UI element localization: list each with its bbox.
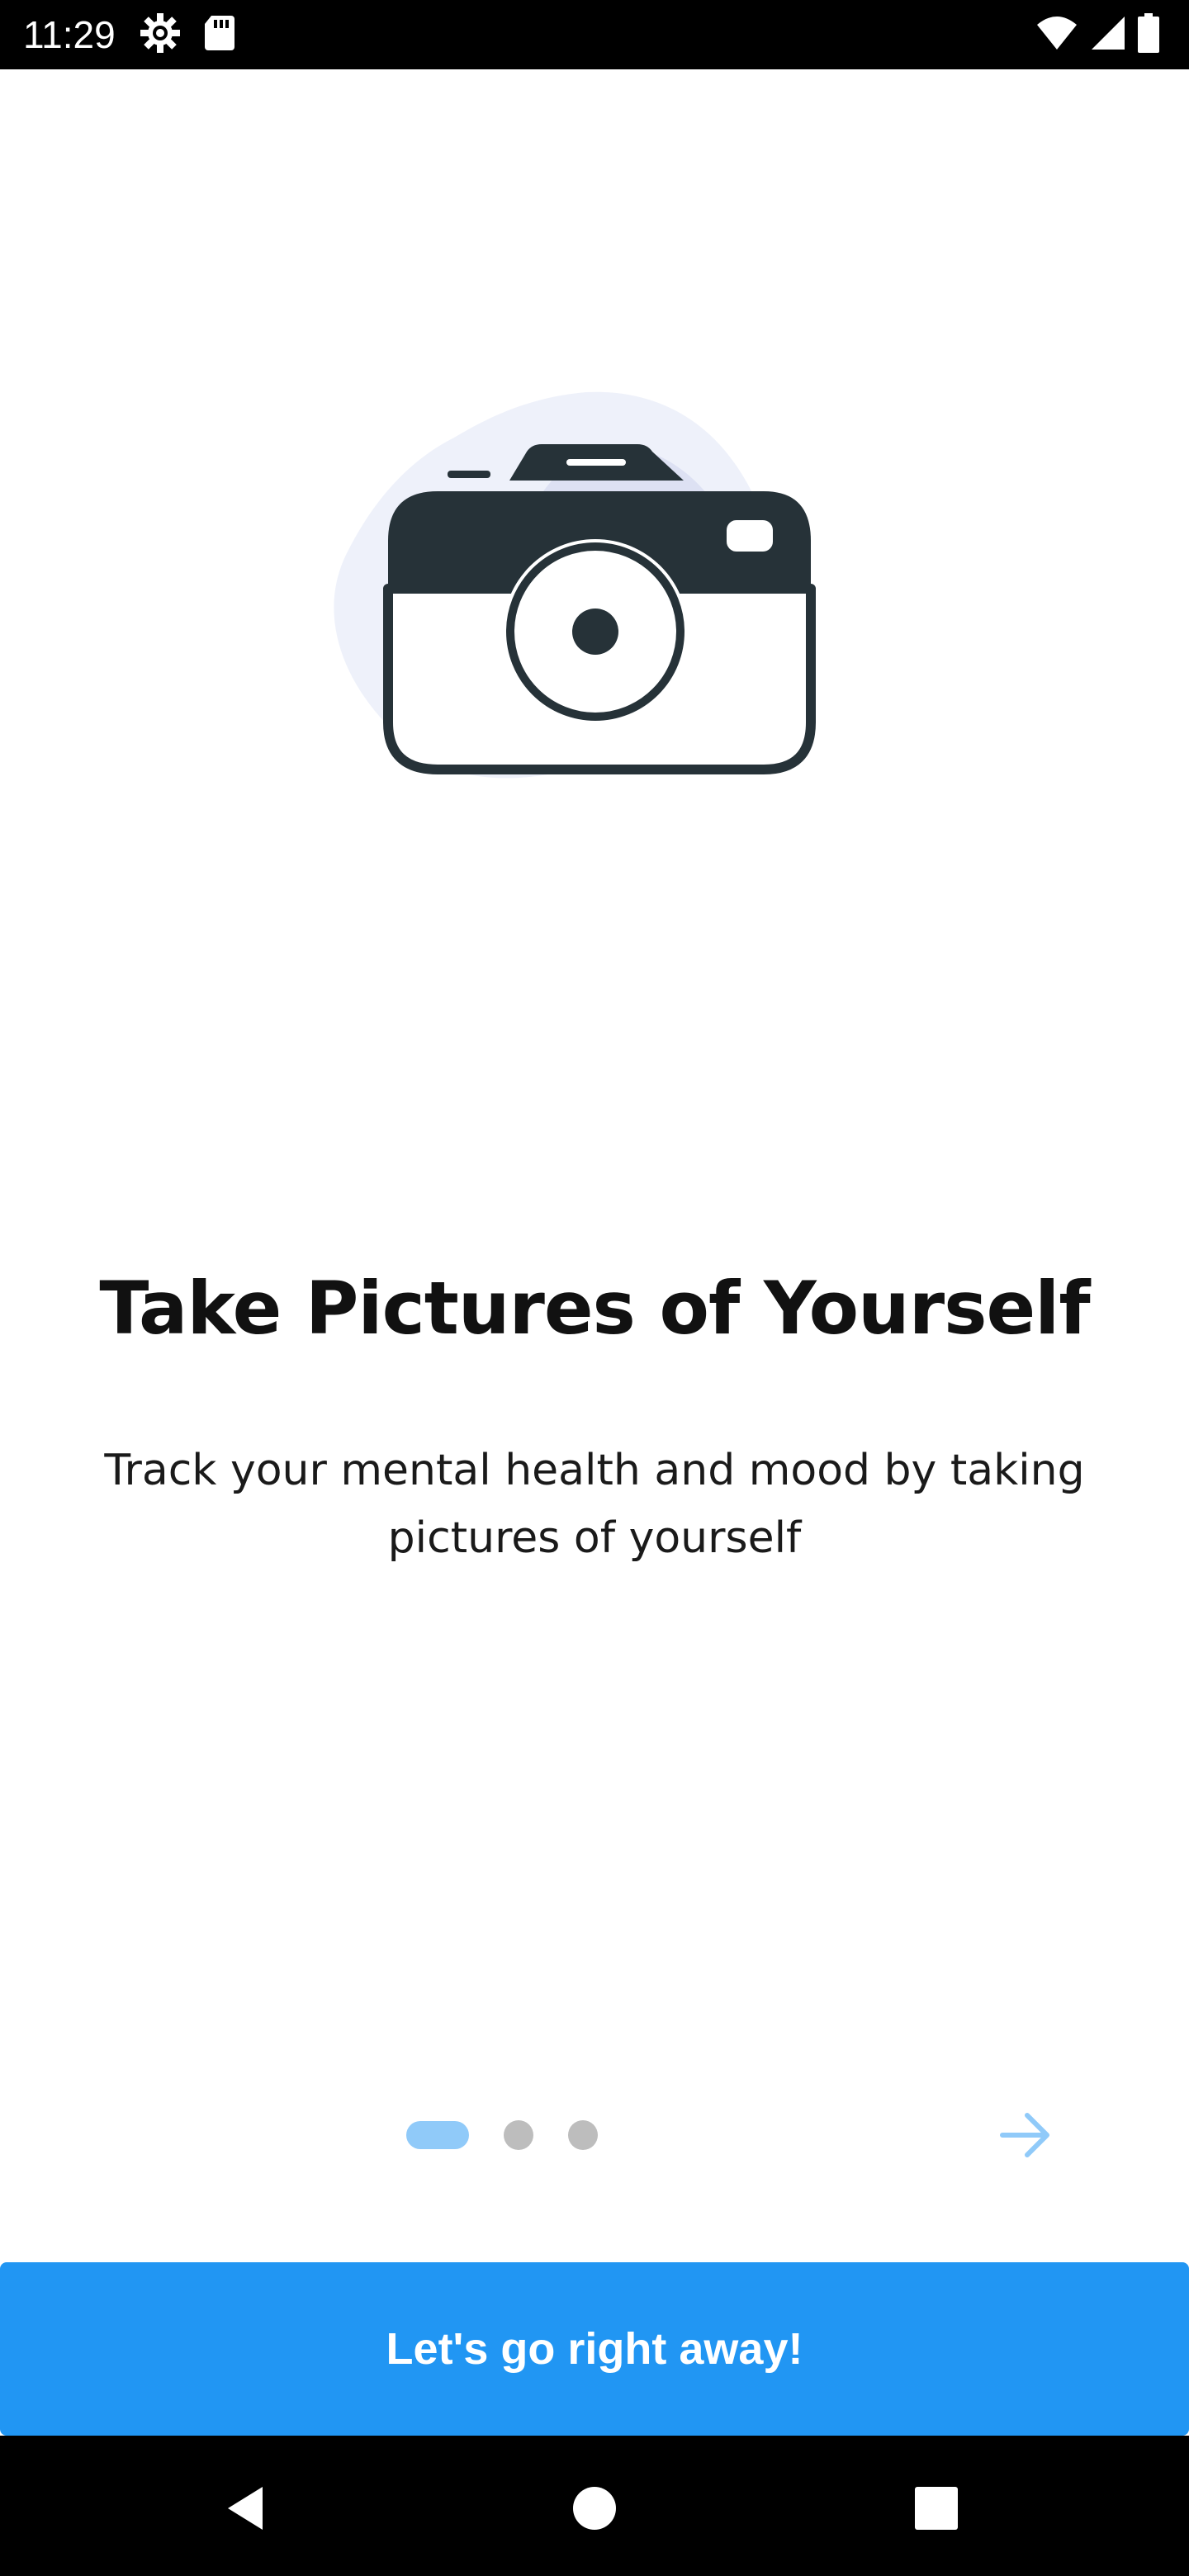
onboarding-description: Track your mental health and mood by tak… <box>104 1446 1085 1563</box>
page-indicator <box>406 2120 598 2150</box>
system-nav-bar <box>0 2436 1189 2576</box>
status-bar: 11:29 <box>0 0 1189 69</box>
back-icon <box>228 2487 263 2530</box>
back-button[interactable] <box>213 2475 279 2541</box>
settings-gear-icon <box>139 12 182 59</box>
recents-button[interactable] <box>903 2475 969 2541</box>
wifi-icon <box>1035 15 1078 55</box>
home-icon <box>573 2487 616 2530</box>
battery-icon <box>1138 12 1159 57</box>
home-button[interactable] <box>561 2475 628 2541</box>
recents-icon <box>915 2487 958 2530</box>
page-dot[interactable] <box>568 2120 598 2150</box>
page-dot[interactable] <box>504 2120 533 2150</box>
camera-illustration <box>314 380 875 908</box>
get-started-button[interactable]: Let's go right away! <box>0 2262 1189 2436</box>
page-dot-active[interactable] <box>406 2121 469 2149</box>
status-left-icons <box>139 12 236 59</box>
arrow-right-icon <box>1000 2113 1049 2157</box>
status-time: 11:29 <box>23 13 116 56</box>
cell-signal-icon <box>1090 15 1126 55</box>
camera-icon <box>334 391 816 779</box>
sd-card-icon <box>203 14 236 56</box>
onboarding-title: Take Pictures of Yourself <box>99 1266 1090 1351</box>
status-right-icons <box>1035 12 1159 57</box>
next-button[interactable] <box>999 2110 1052 2160</box>
